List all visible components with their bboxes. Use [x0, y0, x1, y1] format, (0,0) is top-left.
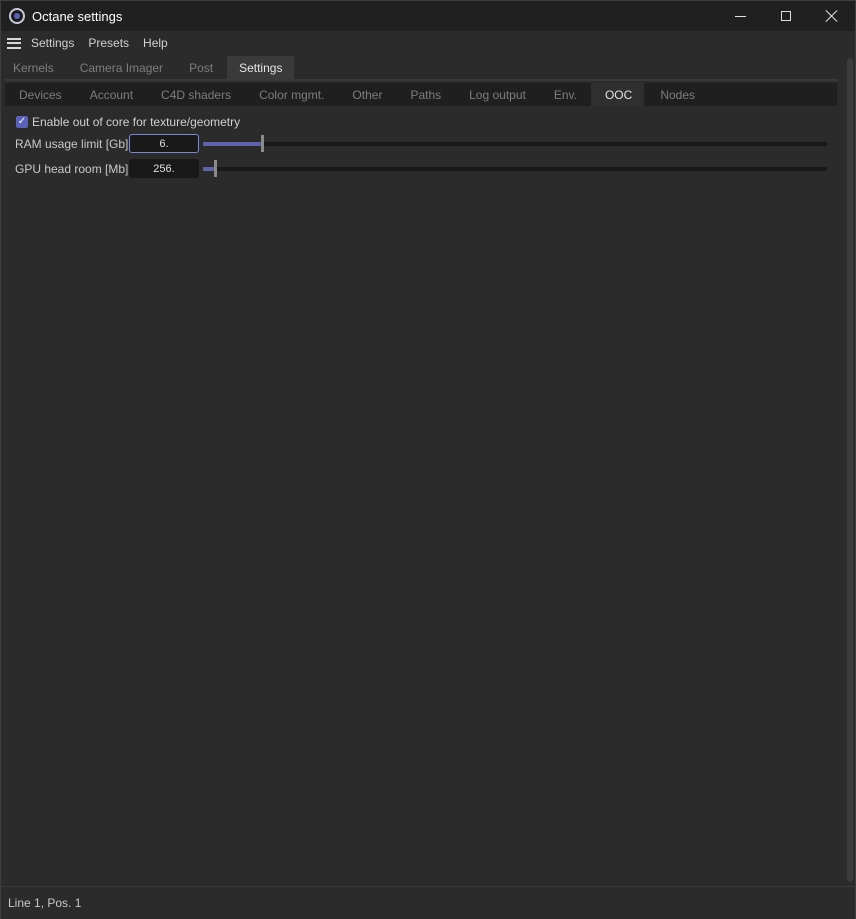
title-bar: Octane settings — [1, 1, 855, 31]
close-icon — [826, 10, 838, 22]
maximize-icon — [781, 11, 791, 21]
vertical-scrollbar[interactable] — [846, 56, 855, 884]
menu-help[interactable]: Help — [143, 36, 168, 50]
gpu-headroom-input[interactable] — [129, 159, 199, 178]
tab-kernels[interactable]: Kernels — [1, 56, 66, 79]
tab-settings[interactable]: Settings — [227, 56, 295, 79]
close-button[interactable] — [809, 1, 855, 31]
menu-settings[interactable]: Settings — [31, 36, 74, 50]
tab-post[interactable]: Post — [177, 56, 225, 79]
subtab-nodes[interactable]: Nodes — [646, 83, 707, 106]
enable-ooc-checkbox[interactable]: ✓ — [16, 116, 28, 128]
ram-usage-label: RAM usage limit [Gb] — [15, 136, 129, 151]
ooc-panel: ✓ Enable out of core for texture/geometr… — [5, 107, 837, 885]
gpu-headroom-label: GPU head room [Mb] — [15, 161, 129, 176]
window-controls — [717, 1, 855, 31]
ram-usage-slider[interactable] — [203, 135, 827, 152]
maximize-button[interactable] — [763, 1, 809, 31]
subtab-ooc[interactable]: OOC — [590, 83, 645, 106]
minimize-icon — [734, 15, 746, 17]
enable-ooc-label: Enable out of core for texture/geometry — [32, 115, 241, 129]
subtab-c4d-shaders[interactable]: C4D shaders — [147, 83, 243, 106]
window-title: Octane settings — [32, 8, 123, 24]
ram-usage-row: RAM usage limit [Gb] — [15, 134, 199, 153]
octane-settings-window: Octane settings Settings Presets Help Ke… — [0, 0, 856, 919]
scrollbar-thumb[interactable] — [847, 58, 853, 882]
subtab-account[interactable]: Account — [76, 83, 145, 106]
gpu-headroom-row: GPU head room [Mb] — [15, 159, 199, 178]
cinema4d-logo-icon — [9, 8, 25, 24]
status-text: Line 1, Pos. 1 — [8, 896, 82, 910]
hamburger-menu-icon[interactable] — [7, 37, 21, 49]
subtab-env[interactable]: Env. — [540, 83, 589, 106]
subtab-color-mgmt[interactable]: Color mgmt. — [245, 83, 336, 106]
tab-camera-imager[interactable]: Camera Imager — [68, 56, 175, 79]
gpu-headroom-slider[interactable] — [203, 160, 827, 177]
menu-bar: Settings Presets Help — [1, 31, 855, 55]
subtab-log-output[interactable]: Log output — [455, 83, 538, 106]
ram-usage-slider-fill — [203, 142, 262, 146]
settings-sub-tab-bar: Devices Account C4D shaders Color mgmt. … — [5, 83, 837, 106]
ram-usage-slider-handle[interactable] — [261, 135, 264, 152]
status-bar: Line 1, Pos. 1 — [1, 886, 855, 919]
subtab-other[interactable]: Other — [338, 83, 394, 106]
menu-presets[interactable]: Presets — [88, 36, 129, 50]
main-tab-bar: Kernels Camera Imager Post Settings — [1, 56, 847, 79]
subtab-devices[interactable]: Devices — [5, 83, 74, 106]
subtab-paths[interactable]: Paths — [396, 83, 453, 106]
ram-usage-input[interactable] — [129, 134, 199, 153]
minimize-button[interactable] — [717, 1, 763, 31]
gpu-headroom-slider-handle[interactable] — [214, 160, 217, 177]
enable-ooc-row: ✓ Enable out of core for texture/geometr… — [16, 115, 240, 129]
